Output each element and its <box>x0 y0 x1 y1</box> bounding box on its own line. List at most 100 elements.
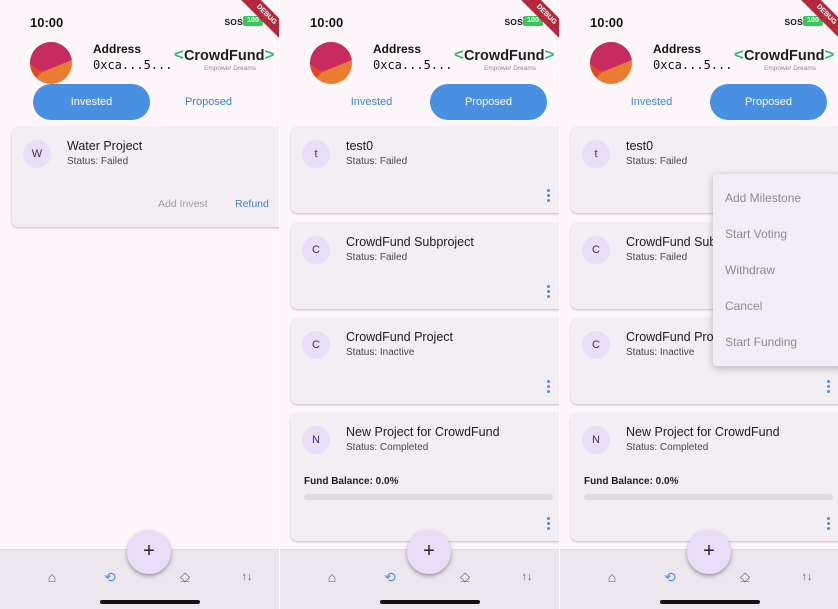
project-status: Status: Completed <box>346 442 429 453</box>
more-options-icon[interactable] <box>827 380 831 394</box>
project-avatar: N <box>302 426 330 454</box>
history-icon[interactable]: ⟲ <box>380 567 400 587</box>
address-value: 0xca...5... <box>373 58 453 72</box>
tab-invested[interactable]: Invested <box>33 84 150 120</box>
avatar[interactable] <box>310 42 352 84</box>
menu-item-start-funding[interactable]: Start Funding <box>725 335 797 349</box>
project-status: Status: Failed <box>346 252 408 263</box>
status-time: 10:00 <box>310 15 344 30</box>
project-title: CrowdFund Subproject <box>346 235 474 249</box>
project-card[interactable]: C CrowdFund Subproject Status: Failed <box>291 223 559 309</box>
add-project-button[interactable]: + <box>407 530 451 574</box>
home-icon[interactable]: ⌂ <box>42 567 62 587</box>
more-options-icon[interactable] <box>547 380 551 394</box>
add-invest-button[interactable]: Add Invest <box>158 198 208 210</box>
project-status: Status: Inactive <box>346 347 415 358</box>
home-icon[interactable]: ⌂ <box>602 567 622 587</box>
header: Address 0xca...5... <CrowdFund> Empower … <box>560 36 838 86</box>
crowdfund-logo: <CrowdFund> Empower Dreams <box>454 45 555 72</box>
vote-icon[interactable]: ⎐ <box>735 567 755 587</box>
tab-bar: Invested Proposed <box>33 84 268 120</box>
sos-indicator: SOS <box>224 17 243 27</box>
fund-progress-bar <box>304 494 553 500</box>
menu-item-start-voting[interactable]: Start Voting <box>725 227 787 241</box>
project-status: Status: Failed <box>67 156 129 167</box>
tab-invested[interactable]: Invested <box>313 84 430 120</box>
home-indicator <box>380 600 480 604</box>
status-time: 10:00 <box>30 15 64 30</box>
avatar[interactable] <box>590 42 632 84</box>
vote-icon[interactable]: ⎐ <box>455 567 475 587</box>
swap-icon[interactable]: ↑↓ <box>797 567 817 587</box>
project-title: test0 <box>346 139 374 153</box>
project-status: Status: Inactive <box>626 347 695 358</box>
home-indicator <box>660 600 760 604</box>
project-avatar: t <box>302 140 330 168</box>
more-options-icon[interactable] <box>547 517 551 531</box>
screen-invested: 10:00 SOS 100 DEBUG Address 0xca...5... … <box>0 0 279 609</box>
fund-balance-label: Fund Balance: 0.0% <box>304 476 399 487</box>
crowdfund-logo: <CrowdFund> Empower Dreams <box>734 45 835 72</box>
status-time: 10:00 <box>590 15 624 30</box>
menu-item-add-milestone[interactable]: Add Milestone <box>725 191 801 205</box>
history-icon[interactable]: ⟲ <box>660 567 680 587</box>
home-indicator <box>100 600 200 604</box>
project-title: CrowdFund Sub <box>626 235 717 249</box>
project-card[interactable]: N New Project for CrowdFund Status: Comp… <box>291 413 559 541</box>
project-title: New Project for CrowdFund <box>626 425 780 439</box>
project-title: Water Project <box>67 139 143 153</box>
project-avatar: W <box>23 140 51 168</box>
screen-proposed: 10:00 SOS 100 DEBUG Address 0xca...5... … <box>280 0 559 609</box>
status-bar: 10:00 SOS 100 DEBUG <box>0 0 279 45</box>
tab-bar: Invested Proposed <box>593 84 828 120</box>
project-card[interactable]: C CrowdFund Project Status: Inactive <box>291 318 559 404</box>
more-options-icon[interactable] <box>827 517 831 531</box>
project-title: CrowdFund Project <box>346 330 453 344</box>
vote-icon[interactable]: ⎐ <box>175 567 195 587</box>
tab-proposed[interactable]: Proposed <box>710 84 827 120</box>
tab-bar: Invested Proposed <box>313 84 548 120</box>
address-label: Address <box>93 42 142 56</box>
tab-proposed[interactable]: Proposed <box>430 84 547 120</box>
project-avatar: C <box>302 331 330 359</box>
project-status: Status: Failed <box>346 156 408 167</box>
tab-proposed[interactable]: Proposed <box>150 84 267 120</box>
menu-item-cancel[interactable]: Cancel <box>725 299 762 313</box>
swap-icon[interactable]: ↑↓ <box>517 567 537 587</box>
crowdfund-logo: <CrowdFund> Empower Dreams <box>174 45 275 72</box>
tab-invested[interactable]: Invested <box>593 84 710 120</box>
sos-indicator: SOS <box>504 17 523 27</box>
more-options-icon[interactable] <box>547 189 551 203</box>
fund-progress-bar <box>584 494 833 500</box>
project-card[interactable]: N New Project for CrowdFund Status: Comp… <box>571 413 838 541</box>
project-status: Status: Failed <box>626 252 688 263</box>
project-actions-menu: Add Milestone Start Voting Withdraw Canc… <box>713 174 838 366</box>
history-icon[interactable]: ⟲ <box>100 567 120 587</box>
project-card[interactable]: W Water Project Status: Failed Add Inves… <box>12 127 279 227</box>
project-avatar: C <box>302 236 330 264</box>
address-value: 0xca...5... <box>93 58 173 72</box>
project-title: test0 <box>626 139 654 153</box>
add-project-button[interactable]: + <box>127 530 171 574</box>
project-status: Status: Failed <box>626 156 688 167</box>
project-avatar: t <box>582 140 610 168</box>
swap-icon[interactable]: ↑↓ <box>237 567 257 587</box>
menu-item-withdraw[interactable]: Withdraw <box>725 263 775 277</box>
project-status: Status: Completed <box>626 442 709 453</box>
project-title: CrowdFund Pro <box>626 330 714 344</box>
more-options-icon[interactable] <box>547 285 551 299</box>
project-avatar: C <box>582 331 610 359</box>
avatar[interactable] <box>30 42 72 84</box>
project-avatar: C <box>582 236 610 264</box>
status-bar: 10:00 SOS 100 DEBUG <box>560 0 838 45</box>
refund-button[interactable]: Refund <box>235 198 269 210</box>
add-project-button[interactable]: + <box>687 530 731 574</box>
address-label: Address <box>653 42 702 56</box>
status-bar: 10:00 SOS 100 DEBUG <box>280 0 559 45</box>
header: Address 0xca...5... <CrowdFund> Empower … <box>280 36 559 86</box>
sos-indicator: SOS <box>784 17 803 27</box>
address-value: 0xca...5... <box>653 58 733 72</box>
project-avatar: N <box>582 426 610 454</box>
project-card[interactable]: t test0 Status: Failed <box>291 127 559 213</box>
home-icon[interactable]: ⌂ <box>322 567 342 587</box>
